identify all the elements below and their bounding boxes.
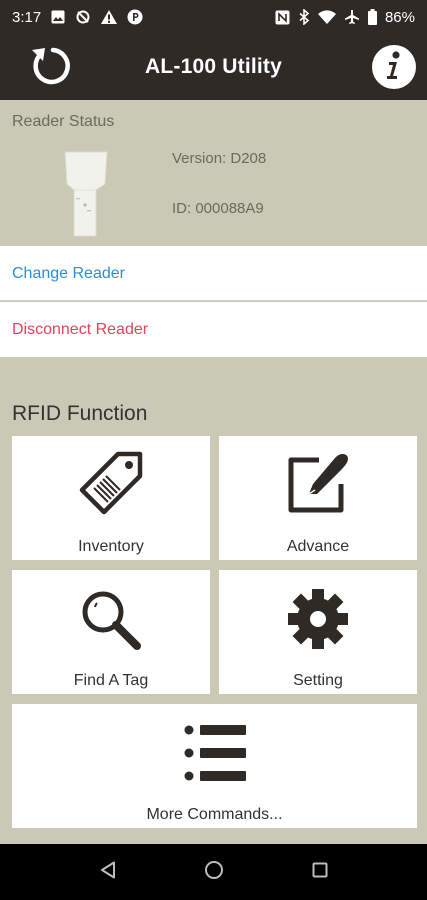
nav-home-button[interactable]: [202, 860, 226, 884]
status-time: 3:17: [12, 8, 42, 26]
more-commands-label: More Commands...: [146, 806, 283, 823]
reader-status-panel: Reader Status Version: D208 ID: 000088A9: [0, 100, 427, 246]
find-a-tag-tile[interactable]: Find A Tag: [12, 570, 210, 694]
navigation-bar: [0, 844, 427, 900]
more-commands-tile[interactable]: More Commands...: [12, 704, 417, 828]
disconnect-reader-button[interactable]: Disconnect Reader: [0, 302, 427, 357]
rfid-function-heading: RFID Function: [12, 402, 148, 425]
refresh-icon: [28, 45, 72, 90]
battery-icon: [367, 9, 377, 25]
reader-id: ID: 000088A9: [172, 200, 264, 217]
reader-status-label: Reader Status: [12, 113, 115, 130]
info-button[interactable]: [372, 45, 416, 89]
nav-back-button[interactable]: [96, 860, 120, 884]
setting-label: Setting: [293, 672, 343, 689]
advance-label: Advance: [286, 538, 350, 555]
app-bar: AL-100 Utility: [0, 34, 427, 100]
reader-version: Version: D208: [172, 150, 267, 167]
advance-tile[interactable]: Advance: [219, 436, 417, 560]
magnifier-icon: [12, 588, 210, 652]
home-circle-icon: [204, 860, 224, 885]
airplane-icon: [344, 9, 360, 25]
warning-icon: [101, 10, 118, 24]
nav-recents-button[interactable]: [308, 860, 332, 884]
battery-percent: 86%: [384, 8, 415, 26]
inventory-label: Inventory: [78, 538, 144, 555]
change-reader-button[interactable]: Change Reader: [0, 246, 427, 301]
status-bar: 3:17 86%: [0, 0, 427, 34]
recents-square-icon: [312, 862, 328, 883]
edit-icon: [219, 450, 417, 516]
setting-tile[interactable]: Setting: [219, 570, 417, 694]
back-triangle-icon: [100, 861, 116, 884]
sync-icon: [75, 9, 91, 25]
info-icon: [381, 50, 407, 85]
tag-icon: [12, 450, 210, 518]
nfc-icon: [275, 10, 290, 25]
gear-icon: [219, 588, 417, 650]
inventory-tile[interactable]: Inventory: [12, 436, 210, 560]
bluetooth-icon: [298, 9, 310, 25]
wifi-icon: [317, 10, 336, 24]
list-icon: [12, 722, 417, 784]
find-a-tag-label: Find A Tag: [73, 672, 149, 689]
parking-icon: [127, 9, 143, 25]
reader-device-image: [62, 150, 110, 243]
refresh-button[interactable]: [26, 45, 74, 89]
image-icon: [51, 10, 65, 24]
